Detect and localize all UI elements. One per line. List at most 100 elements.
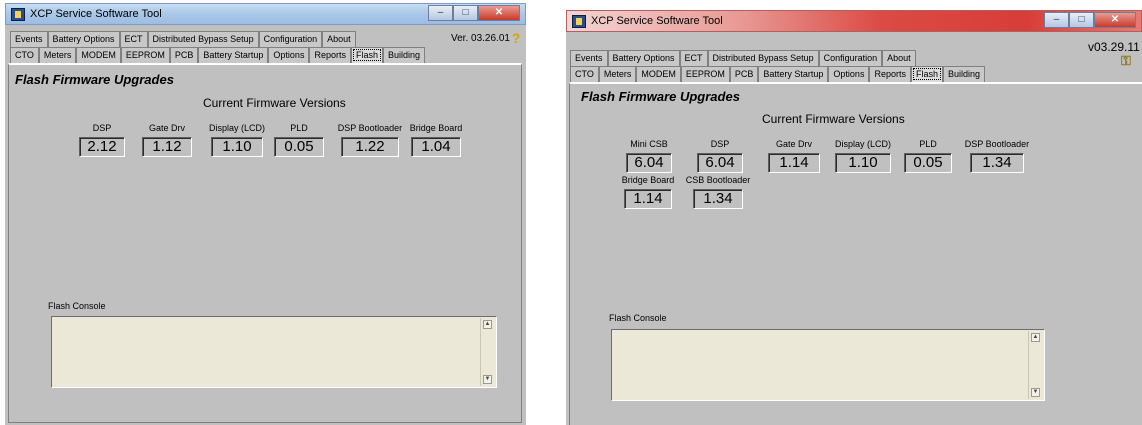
firmware-item: PLD 0.05 (273, 122, 325, 157)
firmware-item: PLD 0.05 (902, 138, 954, 173)
tab-bar: Events Battery Options ECT Distributed B… (570, 50, 1040, 82)
firmware-label: Mini CSB (630, 139, 668, 149)
key-icon[interactable]: ⚿ (1120, 54, 1132, 68)
tab-meters[interactable]: Meters (38, 47, 77, 63)
firmware-label: DSP Bootloader (964, 139, 1030, 149)
app-icon[interactable] (11, 8, 25, 21)
firmware-value: 2.12 (79, 137, 125, 157)
tab-events[interactable]: Events (570, 50, 608, 66)
tab-cto[interactable]: CTO (10, 47, 39, 63)
tab-reports[interactable]: Reports (309, 47, 351, 63)
title-bar[interactable]: XCP Service Software Tool – □ ✕ (566, 10, 1142, 32)
flash-panel: Flash Firmware Upgrades Current Firmware… (8, 63, 522, 423)
firmware-item: Display (LCD) 1.10 (205, 122, 269, 157)
tab-reports[interactable]: Reports (869, 66, 911, 82)
firmware-item: DSP Bootloader 1.22 (337, 122, 403, 157)
firmware-item: Mini CSB 6.04 (623, 138, 675, 173)
tab-building[interactable]: Building (382, 47, 426, 63)
tab-cto[interactable]: CTO (570, 66, 599, 82)
tab-eeprom[interactable]: EEPROM (120, 47, 170, 63)
tab-bar: Events Battery Options ECT Distributed B… (10, 31, 480, 63)
firmware-item: CSB Bootloader 1.34 (685, 174, 751, 209)
tab-battery-startup[interactable]: Battery Startup (198, 47, 269, 63)
console-scrollbar[interactable]: ▲ ▼ (480, 318, 495, 386)
tab-meters[interactable]: Meters (598, 66, 637, 82)
tab-eeprom[interactable]: EEPROM (680, 66, 730, 82)
window-title: XCP Service Software Tool (591, 15, 723, 27)
tab-pcb[interactable]: PCB (729, 66, 759, 82)
scroll-down-icon[interactable]: ▼ (483, 375, 492, 384)
firmware-label: Gate Drv (775, 139, 812, 149)
tab-configuration[interactable]: Configuration (818, 50, 883, 66)
tab-row-1: Events Battery Options ECT Distributed B… (10, 31, 356, 47)
firmware-value: 1.14 (768, 153, 820, 173)
tab-flash[interactable]: Flash (910, 66, 943, 82)
page-title: Flash Firmware Upgrades (581, 89, 740, 104)
tab-flash[interactable]: Flash (350, 47, 383, 63)
firmware-item: DSP 2.12 (76, 122, 128, 157)
firmware-label: Bridge Board (409, 123, 463, 133)
firmware-value: 1.04 (411, 137, 461, 157)
tab-pcb[interactable]: PCB (169, 47, 199, 63)
scroll-up-icon[interactable]: ▲ (1031, 333, 1040, 342)
tab-distributed-bypass-setup[interactable]: Distributed Bypass Setup (147, 31, 259, 47)
tab-options[interactable]: Options (268, 47, 310, 63)
window-title: XCP Service Software Tool (30, 8, 162, 20)
maximize-button[interactable]: □ (453, 5, 478, 21)
version-label: Ver. 03.26.01 (451, 33, 510, 44)
tab-events[interactable]: Events (10, 31, 48, 47)
firmware-label: Bridge Board (621, 175, 675, 185)
firmware-value: 1.10 (211, 137, 263, 157)
flash-console-label: Flash Console (609, 313, 667, 323)
firmware-label: DSP (92, 123, 112, 133)
tab-configuration[interactable]: Configuration (258, 31, 323, 47)
firmware-value: 6.04 (697, 153, 743, 173)
minimize-button[interactable]: – (1044, 12, 1069, 28)
firmware-label: Display (LCD) (834, 139, 891, 149)
firmware-value: 0.05 (904, 153, 952, 173)
title-bar[interactable]: XCP Service Software Tool – □ ✕ (5, 3, 526, 25)
tab-modem[interactable]: MODEM (76, 47, 121, 63)
firmware-label: DSP Bootloader (337, 123, 403, 133)
firmware-value: 1.34 (693, 189, 743, 209)
tab-ect[interactable]: ECT (119, 31, 148, 47)
scroll-down-icon[interactable]: ▼ (1031, 388, 1040, 397)
flash-console[interactable]: ▲ ▼ (51, 316, 497, 388)
tab-battery-options[interactable]: Battery Options (47, 31, 120, 47)
flash-panel: Flash Firmware Upgrades Current Firmware… (569, 82, 1142, 425)
firmware-value: 1.12 (142, 137, 192, 157)
firmware-item: Gate Drv 1.14 (766, 138, 822, 173)
tab-ect[interactable]: ECT (679, 50, 708, 66)
version-label: v03.29.11 (1088, 40, 1140, 54)
maximize-button[interactable]: □ (1069, 12, 1094, 28)
firmware-item: DSP Bootloader 1.34 (962, 138, 1032, 173)
tab-battery-options[interactable]: Battery Options (607, 50, 680, 66)
firmware-value: 0.05 (274, 137, 324, 157)
tab-modem[interactable]: MODEM (636, 66, 681, 82)
firmware-label: DSP (710, 139, 730, 149)
console-scrollbar[interactable]: ▲ ▼ (1028, 331, 1043, 399)
firmware-item: DSP 6.04 (695, 138, 745, 173)
scroll-up-icon[interactable]: ▲ (483, 320, 492, 329)
firmware-label: Gate Drv (148, 123, 185, 133)
firmware-value: 1.22 (341, 137, 399, 157)
flash-console[interactable]: ▲ ▼ (611, 329, 1045, 401)
minimize-button[interactable]: – (428, 5, 453, 21)
firmware-versions-heading: Current Firmware Versions (762, 112, 905, 126)
help-icon[interactable]: ? (510, 31, 522, 45)
firmware-item: Bridge Board 1.04 (407, 122, 465, 157)
firmware-label: Display (LCD) (208, 123, 265, 133)
close-button[interactable]: ✕ (1094, 12, 1136, 28)
tab-distributed-bypass-setup[interactable]: Distributed Bypass Setup (707, 50, 819, 66)
close-button[interactable]: ✕ (478, 5, 520, 21)
app-icon[interactable] (572, 15, 586, 28)
tab-about[interactable]: About (322, 31, 356, 47)
tab-building[interactable]: Building (942, 66, 986, 82)
tab-options[interactable]: Options (828, 66, 870, 82)
tab-about[interactable]: About (882, 50, 916, 66)
tab-battery-startup[interactable]: Battery Startup (758, 66, 829, 82)
firmware-item: Gate Drv 1.12 (140, 122, 194, 157)
firmware-label: CSB Bootloader (685, 175, 751, 185)
firmware-item: Display (LCD) 1.10 (830, 138, 896, 173)
window-right: XCP Service Software Tool – □ ✕ v03.29.1… (566, 10, 1142, 425)
